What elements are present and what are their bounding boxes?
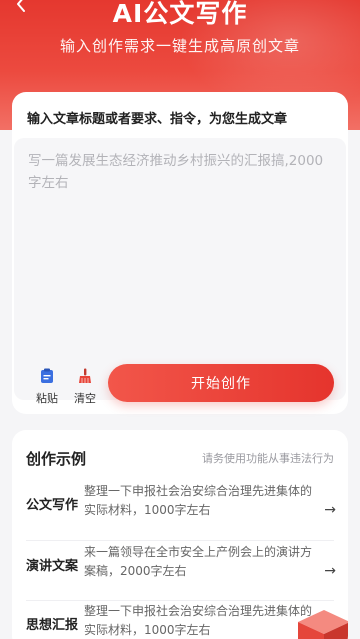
paste-button[interactable]: 粘贴 [29,368,65,406]
example-item[interactable]: 思想汇报 整理一下申报社会治安综合治理先进集体的实际材料，1000字左右 [26,602,336,639]
example-category: 公文写作 [26,498,79,513]
example-text: 整理一下申报社会治安综合治理先进集体的实际材料，1000字左右 [84,604,313,637]
example-text: 整理一下申报社会治安综合治理先进集体的实际材料，1000字左右 [84,484,313,517]
page-title: AI公文写作 [112,0,248,28]
examples-title: 创作示例 [26,450,87,468]
example-text: 来一篇领导在全市安全上产例会上的演讲方案稿，2000字左右 [84,545,313,578]
example-item[interactable]: 公文写作 整理一下申报社会治安综合治理先进集体的实际材料，1000字左右 → [26,482,336,536]
input-card: 输入文章标题或者要求、指令，为您生成文章 写一篇发展生态经济推动乡村振兴的汇报搞… [12,92,348,414]
arrow-right-icon: → [324,502,336,518]
prompt-placeholder: 写一篇发展生态经济推动乡村振兴的汇报搞,2000字左右 [28,153,324,191]
arrow-right-icon: → [324,563,336,579]
examples-note: 请务使用功能从事违法行为 [202,452,334,465]
example-category: 思想汇报 [26,618,79,633]
divider [26,540,334,541]
clipboard-icon [39,368,55,388]
divider [26,600,334,601]
page-subtitle: 输入创作需求一键生成高原创文章 [59,37,300,55]
decorative-cube-icon [294,604,348,639]
example-item[interactable]: 演讲文案 来一篇领导在全市安全上产例会上的演讲方案稿，2000字左右 → [26,543,336,597]
example-category: 演讲文案 [26,559,79,574]
clear-button[interactable]: 清空 [67,368,103,406]
start-button[interactable]: 开始创作 [108,364,334,402]
broom-icon [77,368,93,388]
clear-label: 清空 [74,392,96,405]
prompt-textarea[interactable]: 写一篇发展生态经济推动乡村振兴的汇报搞,2000字左右 [14,138,346,400]
paste-label: 粘贴 [36,392,58,405]
examples-card: 创作示例 请务使用功能从事违法行为 公文写作 整理一下申报社会治安综合治理先进集… [12,430,348,639]
input-label: 输入文章标题或者要求、指令，为您生成文章 [27,112,288,127]
